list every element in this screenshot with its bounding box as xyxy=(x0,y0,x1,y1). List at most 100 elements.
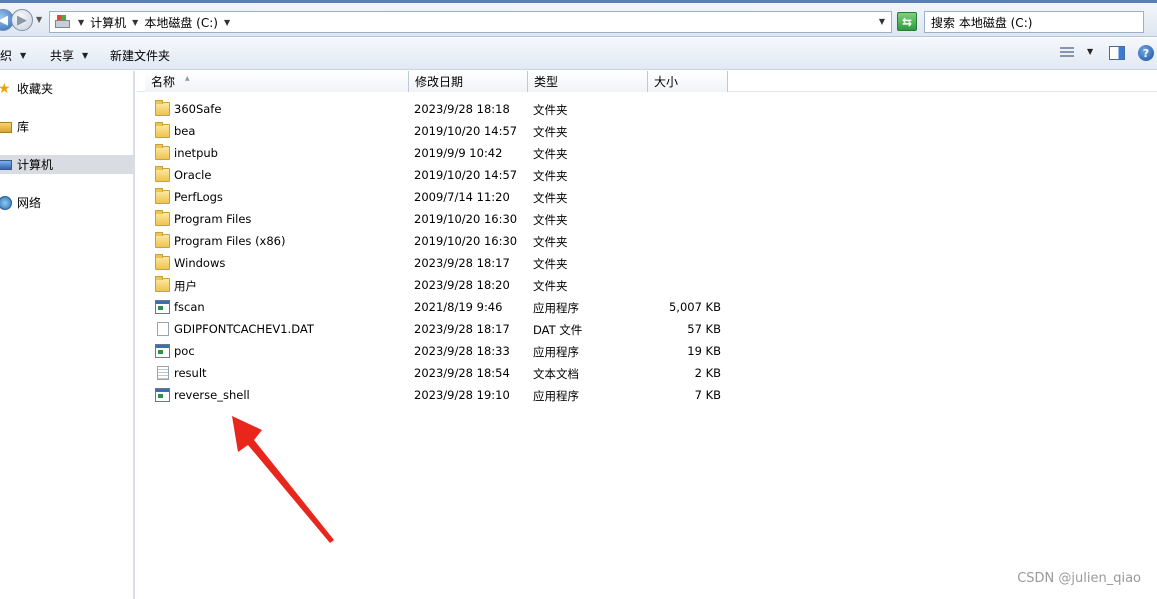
file-row[interactable]: bea 2019/10/20 14:57 文件夹 xyxy=(137,121,1157,143)
column-size-label: 大小 xyxy=(654,75,679,89)
column-header-type[interactable]: 类型 xyxy=(528,71,648,92)
file-row[interactable]: GDIPFONTCACHEV1.DAT 2023/9/28 18:17 DAT 文件… xyxy=(137,319,1157,341)
file-type: 应用程序 xyxy=(533,345,579,359)
file-row[interactable]: result 2023/9/28 18:54 文本文档 2 KB xyxy=(137,363,1157,385)
nav-item-label: 网络 xyxy=(17,196,42,210)
file-date: 2019/10/20 14:57 xyxy=(414,124,518,138)
network-icon xyxy=(0,195,12,210)
file-type: 文件夹 xyxy=(533,235,568,249)
file-date: 2019/10/20 14:57 xyxy=(414,168,518,182)
file-date: 2023/9/28 18:18 xyxy=(414,102,510,116)
folder-icon xyxy=(155,232,170,248)
search-input[interactable]: 搜索 本地磁盘 (C:) xyxy=(924,11,1144,33)
column-name-label: 名称 xyxy=(151,75,176,89)
file-type: 文件夹 xyxy=(533,125,568,139)
arrow-left-icon: ◀ xyxy=(0,12,8,28)
folder-icon xyxy=(155,166,170,182)
file-name: poc xyxy=(174,344,195,358)
file-row[interactable]: 用户 2023/9/28 18:20 文件夹 xyxy=(137,275,1157,297)
nav-item-label: 库 xyxy=(17,120,30,134)
breadcrumb-chevron-icon[interactable]: ▼ xyxy=(78,18,84,27)
file-type: 文件夹 xyxy=(533,147,568,161)
folder-icon xyxy=(155,276,170,292)
file-row[interactable]: 360Safe 2023/9/28 18:18 文件夹 xyxy=(137,99,1157,121)
folder-icon xyxy=(155,100,170,116)
application-icon xyxy=(155,344,170,358)
refresh-button[interactable]: ⇆ xyxy=(897,12,917,31)
preview-pane-icon[interactable] xyxy=(1109,46,1125,60)
navigation-pane: ★ 收藏夹 库 计算机 网络 xyxy=(0,71,135,599)
file-type: 文件夹 xyxy=(533,191,568,205)
breadcrumb-local-disk[interactable]: 本地磁盘 (C:) xyxy=(144,14,218,31)
nav-item-favorites[interactable]: ★ 收藏夹 xyxy=(0,79,133,98)
column-header-date[interactable]: 修改日期 xyxy=(409,71,528,92)
file-row[interactable]: Program Files 2019/10/20 16:30 文件夹 xyxy=(137,209,1157,231)
folder-icon xyxy=(155,188,170,204)
help-icon[interactable]: ? xyxy=(1138,45,1154,61)
address-bar[interactable]: ▼ 计算机 ▼ 本地磁盘 (C:) ▼ ▼ xyxy=(49,11,892,33)
file-name: bea xyxy=(174,124,196,138)
file-date: 2019/10/20 16:30 xyxy=(414,212,518,226)
recent-pages-chevron-icon[interactable]: ▼ xyxy=(36,15,42,24)
application-icon xyxy=(155,300,170,314)
folder-icon xyxy=(155,122,170,138)
nav-item-computer[interactable]: 计算机 xyxy=(0,155,133,174)
file-row[interactable]: poc 2023/9/28 18:33 应用程序 19 KB xyxy=(137,341,1157,363)
file-row[interactable]: Oracle 2019/10/20 14:57 文件夹 xyxy=(137,165,1157,187)
file-name: Windows xyxy=(174,256,226,270)
file-type: 文件夹 xyxy=(533,213,568,227)
file-icon xyxy=(157,322,169,336)
file-list: 360Safe 2023/9/28 18:18 文件夹 bea 2019/10/20 1… xyxy=(137,99,1157,407)
file-row[interactable]: reverse_shell 2023/9/28 19:10 应用程序 7 KB xyxy=(137,385,1157,407)
file-type: DAT 文件 xyxy=(533,323,583,337)
file-name: PerfLogs xyxy=(174,190,223,204)
file-row[interactable]: inetpub 2019/9/9 10:42 文件夹 xyxy=(137,143,1157,165)
organize-menu-button[interactable]: 织 ▼ xyxy=(0,47,26,64)
new-folder-button[interactable]: 新建文件夹 xyxy=(110,47,170,64)
file-type: 应用程序 xyxy=(533,389,579,403)
file-name: inetpub xyxy=(174,146,218,160)
watermark: CSDN @julien_qiao xyxy=(1017,571,1141,586)
file-date: 2021/8/19 9:46 xyxy=(414,300,503,314)
nav-item-label: 计算机 xyxy=(17,158,54,172)
nav-item-libraries[interactable]: 库 xyxy=(0,117,133,136)
command-toolbar: 织 ▼ 共享 ▼ 新建文件夹 xyxy=(0,38,1157,70)
sort-ascending-icon: ▲ xyxy=(185,75,190,82)
breadcrumb-chevron-icon[interactable]: ▼ xyxy=(132,18,138,27)
star-icon: ★ xyxy=(0,80,11,97)
column-header-size[interactable]: 大小 xyxy=(648,71,728,92)
file-date: 2023/9/28 18:17 xyxy=(414,322,510,336)
forward-button[interactable]: ▶ xyxy=(11,9,33,31)
file-date: 2023/9/28 18:17 xyxy=(414,256,510,270)
file-name: 360Safe xyxy=(174,102,222,116)
file-type: 文件夹 xyxy=(533,257,568,271)
file-type: 文件夹 xyxy=(533,169,568,183)
file-date: 2023/9/28 18:33 xyxy=(414,344,510,358)
file-row[interactable]: PerfLogs 2009/7/14 11:20 文件夹 xyxy=(137,187,1157,209)
nav-item-network[interactable]: 网络 xyxy=(0,193,133,212)
file-size: 2 KB xyxy=(694,366,721,380)
view-options-icon[interactable] xyxy=(1060,47,1074,59)
address-history-chevron-icon[interactable]: ▼ xyxy=(879,17,885,26)
folder-icon xyxy=(155,144,170,160)
column-header-name[interactable]: 名称 ▲ xyxy=(145,71,409,92)
file-row[interactable]: fscan 2021/8/19 9:46 应用程序 5,007 KB xyxy=(137,297,1157,319)
refresh-icon: ⇆ xyxy=(901,14,913,29)
new-folder-label: 新建文件夹 xyxy=(110,49,171,63)
file-row[interactable]: Program Files (x86) 2019/10/20 16:30 文件夹 xyxy=(137,231,1157,253)
application-icon xyxy=(155,388,170,402)
address-bar-row: ◀ ▶ ▼ ▼ 计算机 ▼ 本地磁盘 (C:) ▼ ▼ ⇆ 搜索 本地磁盘 (C… xyxy=(0,3,1157,37)
file-size: 19 KB xyxy=(687,344,721,358)
file-type: 应用程序 xyxy=(533,301,579,315)
file-name: reverse_shell xyxy=(174,388,250,402)
computer-icon xyxy=(0,160,12,170)
share-menu-button[interactable]: 共享 ▼ xyxy=(50,47,88,64)
breadcrumb-computer[interactable]: 计算机 xyxy=(90,14,126,31)
file-date: 2009/7/14 11:20 xyxy=(414,190,510,204)
drive-icon xyxy=(54,15,72,29)
file-name: fscan xyxy=(174,300,205,314)
file-date: 2023/9/28 18:54 xyxy=(414,366,510,380)
view-options-chevron-icon[interactable]: ▼ xyxy=(1087,47,1093,56)
file-row[interactable]: Windows 2023/9/28 18:17 文件夹 xyxy=(137,253,1157,275)
breadcrumb-chevron-icon[interactable]: ▼ xyxy=(224,18,230,27)
